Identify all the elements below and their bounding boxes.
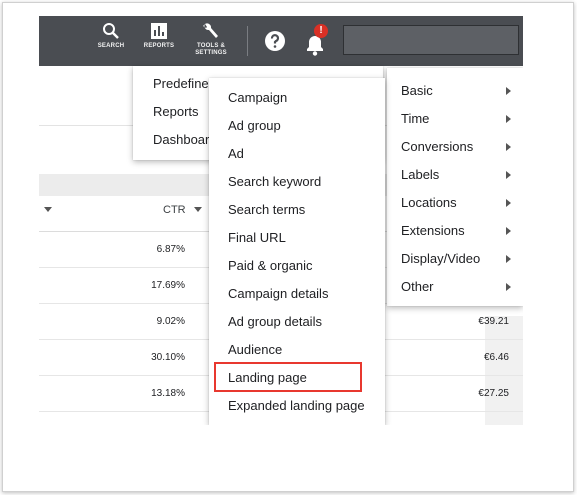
chevron-right-icon — [506, 199, 511, 207]
menu-item-predefined-reports[interactable]: Predefine — [153, 76, 209, 91]
category-label: Display/Video — [401, 251, 481, 266]
report-item-ad[interactable]: Ad — [228, 146, 244, 161]
category-item-extensions[interactable]: Extensions — [387, 217, 523, 245]
reports-label: REPORTS — [143, 43, 175, 49]
ctr-column-header[interactable]: CTR — [163, 204, 203, 224]
chevron-right-icon — [506, 87, 511, 95]
category-item-labels[interactable]: Labels — [387, 161, 523, 189]
sort-down-icon — [44, 207, 52, 212]
ctr-cell: 6.87% — [156, 244, 185, 255]
report-item-search-terms[interactable]: Search terms — [228, 202, 305, 217]
help-icon — [265, 31, 285, 51]
report-item-ad-group-details[interactable]: Ad group details — [228, 314, 322, 329]
report-item-search-keyword[interactable]: Search keyword — [228, 174, 321, 189]
account-search-field[interactable] — [343, 25, 519, 55]
menu-item-reports[interactable]: Reports — [153, 104, 199, 119]
wrench-icon — [203, 23, 218, 38]
sort-down-icon — [193, 207, 202, 212]
column-sort-arrow[interactable] — [43, 204, 53, 224]
tools-settings-button[interactable]: TOOLS & SETTINGS — [187, 22, 235, 57]
chevron-right-icon — [506, 255, 511, 263]
report-item-campaign-details[interactable]: Campaign details — [228, 286, 328, 301]
category-item-display-video[interactable]: Display/Video — [387, 245, 523, 273]
ctr-header-label: CTR — [163, 204, 186, 216]
search-label: SEARCH — [97, 43, 125, 49]
report-category-menu: Basic Time Conversions Labels Locations … — [387, 68, 523, 306]
report-item-audience[interactable]: Audience — [228, 342, 282, 357]
category-item-locations[interactable]: Locations — [387, 189, 523, 217]
chevron-right-icon — [506, 171, 511, 179]
search-icon — [103, 23, 119, 39]
report-item-ad-group[interactable]: Ad group — [228, 118, 281, 133]
help-button[interactable] — [263, 29, 287, 53]
chevron-right-icon — [506, 227, 511, 235]
chevron-right-icon — [506, 115, 511, 123]
toolbar-divider — [247, 26, 248, 56]
ctr-cell: 17.69% — [151, 280, 185, 291]
reports-button[interactable]: REPORTS — [135, 22, 183, 50]
report-item-expanded-landing-page[interactable]: Expanded landing page — [228, 398, 365, 413]
screenshot-frame: SEARCH REPORTS TOOLS & SETTINGS ! CTR 6.… — [2, 2, 574, 492]
category-item-time[interactable]: Time — [387, 105, 523, 133]
category-label: Conversions — [401, 139, 474, 154]
notification-badge: ! — [314, 24, 328, 38]
menu-item-dashboards[interactable]: Dashboar — [153, 132, 209, 147]
chevron-right-icon — [506, 283, 511, 291]
category-label: Other — [401, 279, 434, 294]
search-button[interactable]: SEARCH — [87, 22, 135, 50]
ctr-cell: 30.10% — [151, 352, 185, 363]
cost-cell: €39.21 — [478, 316, 509, 327]
ctr-cell: 13.18% — [151, 388, 185, 399]
category-item-other[interactable]: Other — [387, 273, 523, 301]
category-item-basic[interactable]: Basic — [387, 77, 523, 105]
landing-page-highlight — [214, 362, 362, 392]
google-ads-window: SEARCH REPORTS TOOLS & SETTINGS ! CTR 6.… — [39, 16, 523, 425]
ctr-cell: 9.02% — [156, 316, 185, 327]
category-label: Basic — [401, 83, 433, 98]
cost-cell: €27.25 — [478, 388, 509, 399]
tools-label-line2: SETTINGS — [195, 50, 227, 56]
tools-label-line1: TOOLS & — [197, 43, 225, 49]
report-item-paid-organic[interactable]: Paid & organic — [228, 258, 313, 273]
notifications-button[interactable]: ! — [303, 24, 331, 56]
category-label: Time — [401, 111, 430, 126]
report-item-campaign[interactable]: Campaign — [228, 90, 287, 105]
cost-cell: €6.46 — [483, 352, 509, 363]
report-item-final-url[interactable]: Final URL — [228, 230, 286, 245]
category-label: Extensions — [401, 223, 465, 238]
reports-icon — [151, 23, 167, 39]
chevron-right-icon — [506, 143, 511, 151]
top-navigation-bar: SEARCH REPORTS TOOLS & SETTINGS ! — [39, 16, 523, 66]
category-label: Labels — [401, 167, 440, 182]
category-label: Locations — [401, 195, 457, 210]
category-item-conversions[interactable]: Conversions — [387, 133, 523, 161]
